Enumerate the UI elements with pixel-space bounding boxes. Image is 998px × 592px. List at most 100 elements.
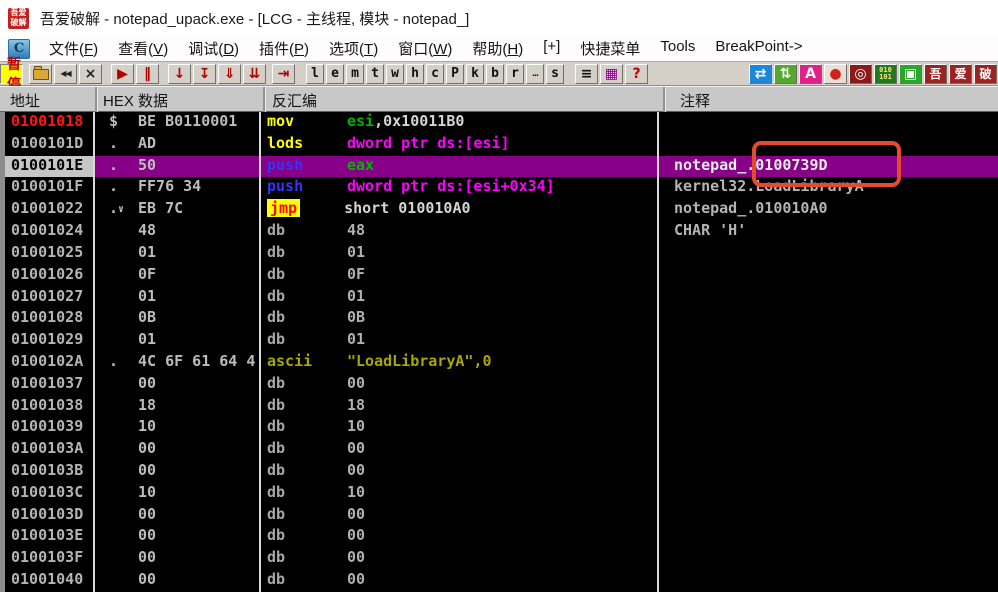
disasm-row[interactable]: 0100103C10db10 — [5, 483, 998, 505]
help-button[interactable]: ? — [625, 64, 648, 84]
column-divider[interactable] — [663, 87, 666, 113]
disasm-row[interactable]: 0100102448db48CHAR 'H' — [5, 221, 998, 243]
disasm-row[interactable]: 0100102501db01 — [5, 243, 998, 265]
disasm-row[interactable]: 0100102901db01 — [5, 330, 998, 352]
menu-item-tools[interactable]: Tools — [650, 38, 705, 59]
menu-item-breakpoint[interactable]: BreakPoint-> — [705, 38, 812, 59]
log-options-button[interactable]: ≡ — [575, 64, 598, 84]
column-divider[interactable] — [263, 87, 266, 113]
disasm-row[interactable]: 0100103D00db00 — [5, 505, 998, 527]
comment-cell — [659, 112, 998, 134]
view-breakpoints-button[interactable]: b — [486, 64, 504, 84]
comment-cell: notepad_.010010A0 — [659, 199, 998, 221]
wu-plugin-button[interactable]: 吾 — [924, 64, 947, 84]
disassembly-cell: db01 — [261, 243, 659, 265]
disasm-row[interactable]: 0100103B00db00 — [5, 461, 998, 483]
disassembly-cell: pushdword ptr ds:[esi+0x34] — [261, 177, 659, 199]
ai-plugin-button[interactable]: 爱 — [949, 64, 972, 84]
column-header-comment[interactable]: 注释 — [680, 90, 710, 111]
step-over-button[interactable]: ↧ — [193, 64, 216, 84]
window-plugin-button[interactable]: ▣ — [899, 64, 922, 84]
column-divider[interactable] — [95, 87, 98, 113]
animate-into-button[interactable]: ⇓ — [218, 64, 241, 84]
menu-item-shortcut[interactable]: 快捷菜单 — [570, 38, 650, 59]
view-runtrace-icon: ... — [532, 70, 538, 78]
view-callstack-icon: k — [471, 66, 479, 81]
disasm-row[interactable]: 0100101D.ADlodsdword ptr ds:[esi] — [5, 134, 998, 156]
column-header-address[interactable]: 地址 — [10, 90, 40, 111]
open-file-button[interactable] — [29, 64, 52, 84]
disasm-row[interactable]: 010010260Fdb0F — [5, 265, 998, 287]
step-into-button[interactable]: ↓ — [168, 64, 191, 84]
binary-plugin-button[interactable]: 010101 — [874, 64, 897, 84]
assembler-plugin-button[interactable]: A — [799, 64, 822, 84]
disasm-row[interactable]: 0100101E.50pusheaxnotepad_.0100739D — [5, 156, 998, 178]
comment-cell — [659, 439, 998, 461]
menu-item-plus[interactable]: [+] — [533, 38, 570, 59]
view-references-icon: r — [511, 66, 519, 81]
run-to-return-button[interactable]: ⇥ — [272, 64, 295, 84]
disasm-row[interactable]: 0100101F.FF76 34pushdword ptr ds:[esi+0x… — [5, 177, 998, 199]
address-cell: 01001022 — [5, 199, 95, 221]
column-header-disassembly[interactable]: 反汇编 — [272, 90, 317, 111]
dump-plugin-button[interactable]: ⇅ — [774, 64, 797, 84]
menu-item-file[interactable]: 文件(F) — [39, 38, 108, 59]
view-windows-button[interactable]: w — [386, 64, 404, 84]
comment-cell — [659, 461, 998, 483]
disasm-row[interactable]: 01001022.∨EB 7Cjmpshort 010010A0notepad_… — [5, 199, 998, 221]
disasm-row[interactable]: 010010280Bdb0B — [5, 308, 998, 330]
disasm-row[interactable]: 0100103910db10 — [5, 417, 998, 439]
hex-cell: .AD — [95, 134, 261, 156]
disasm-row[interactable]: 0100102A.4C 6F 61 64 4ascii"LoadLibraryA… — [5, 352, 998, 374]
address-cell: 01001038 — [5, 396, 95, 418]
menu-item-options[interactable]: 选项(T) — [319, 38, 388, 59]
disasm-row[interactable]: 0100103A00db00 — [5, 439, 998, 461]
close-button[interactable]: × — [79, 64, 102, 84]
view-references-button[interactable]: r — [506, 64, 524, 84]
disasm-row[interactable]: 0100102701db01 — [5, 287, 998, 309]
menu-item-window[interactable]: 窗口(W) — [388, 38, 462, 59]
po-plugin-button[interactable]: 破 — [974, 64, 997, 84]
view-patches-button[interactable]: P — [446, 64, 464, 84]
view-executables-button[interactable]: e — [326, 64, 344, 84]
pause-button[interactable]: ‖ — [136, 64, 159, 84]
menu-item-help[interactable]: 帮助(H) — [462, 38, 533, 59]
hex-cell: 01 — [95, 330, 261, 352]
disassembly-cell: db0F — [261, 265, 659, 287]
comment-cell: notepad_.0100739D — [659, 156, 998, 178]
run-button[interactable]: ▶ — [111, 64, 134, 84]
disasm-row[interactable]: 0100103E00db00 — [5, 526, 998, 548]
menu-item-view[interactable]: 查看(V) — [108, 38, 178, 59]
disasm-row[interactable]: 0100103818db18 — [5, 396, 998, 418]
view-threads-button[interactable]: t — [366, 64, 384, 84]
disasm-row[interactable]: 0100103F00db00 — [5, 548, 998, 570]
plugin-grid-icon: ▦ — [605, 67, 618, 81]
column-header-hex[interactable]: HEX 数据 — [103, 90, 168, 111]
disasm-row[interactable]: 0100104000db00 — [5, 570, 998, 592]
comment-cell — [659, 243, 998, 265]
sync-plugin-button[interactable]: ⇄ — [749, 64, 772, 84]
view-callstack-button[interactable]: k — [466, 64, 484, 84]
view-source-button[interactable]: s — [546, 64, 564, 84]
address-cell: 01001028 — [5, 308, 95, 330]
view-cpu-button[interactable]: c — [426, 64, 444, 84]
restart-button[interactable]: ◀◀ — [54, 64, 77, 84]
hex-cell: 00 — [95, 505, 261, 527]
address-cell: 01001018 — [5, 112, 95, 134]
disasm-row[interactable]: 01001018$BE B0110001movesi,0x10011B0 — [5, 112, 998, 134]
target-plugin-button[interactable]: ◎ — [849, 64, 872, 84]
record-plugin-button[interactable]: ● — [824, 64, 847, 84]
view-log-button[interactable]: l — [306, 64, 324, 84]
view-runtrace-button[interactable]: ... — [526, 64, 544, 84]
view-handles-button[interactable]: h — [406, 64, 424, 84]
menu-item-debug[interactable]: 调试(D) — [178, 38, 249, 59]
animate-over-button[interactable]: ⇊ — [243, 64, 266, 84]
hex-cell: 18 — [95, 396, 261, 418]
disassembly-cell: db18 — [261, 396, 659, 418]
plugin-grid-button[interactable]: ▦ — [600, 64, 623, 84]
disasm-row[interactable]: 0100103700db00 — [5, 374, 998, 396]
menu-item-plugins[interactable]: 插件(P) — [249, 38, 319, 59]
disassembly-cell: db01 — [261, 330, 659, 352]
view-memory-button[interactable]: m — [346, 64, 364, 84]
disassembly-cell: movesi,0x10011B0 — [261, 112, 659, 134]
